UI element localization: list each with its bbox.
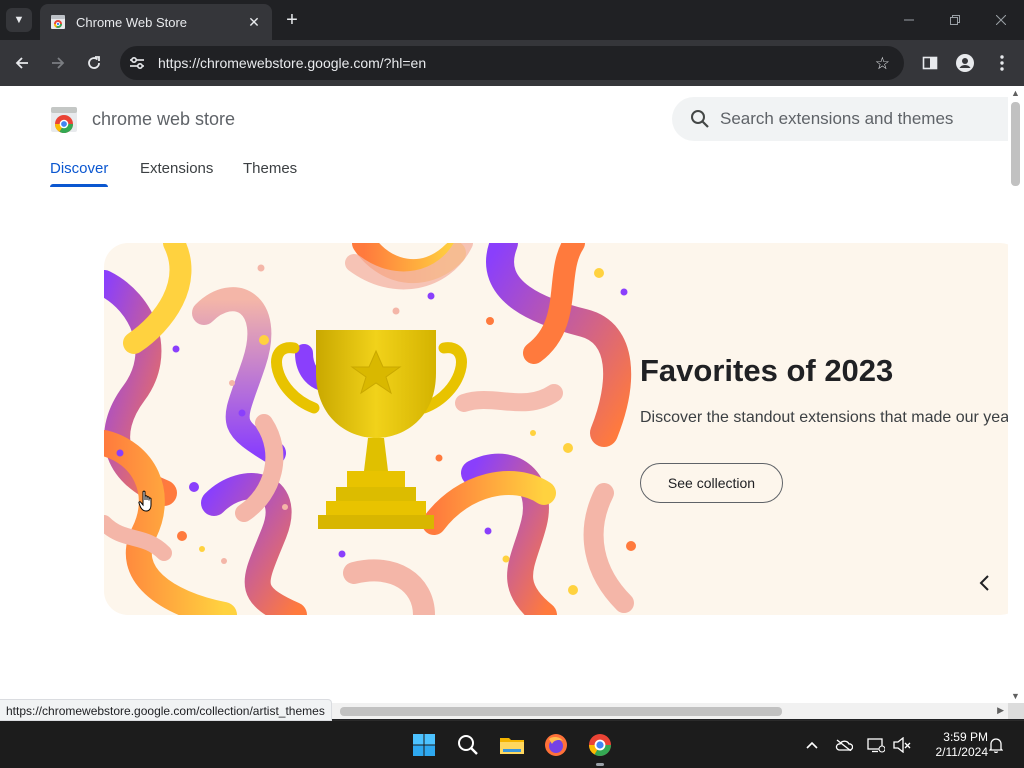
chrome-running-indicator bbox=[596, 763, 604, 766]
title-bar: ▼ Chrome Web Store ✕ + bbox=[0, 0, 1024, 40]
start-button[interactable] bbox=[408, 729, 440, 761]
arrow-left-icon bbox=[15, 57, 28, 69]
reload-button[interactable] bbox=[81, 50, 107, 76]
scroll-down-icon[interactable]: ▼ bbox=[1011, 691, 1020, 701]
onedrive-button[interactable] bbox=[834, 735, 854, 755]
address-bar[interactable]: https://chromewebstore.google.com/?hl=en… bbox=[120, 46, 904, 80]
close-tab-icon[interactable]: ✕ bbox=[244, 12, 264, 32]
system-clock[interactable]: 3:59 PM 2/11/2024 bbox=[918, 730, 989, 760]
minimize-icon bbox=[904, 19, 914, 21]
show-hidden-icons-button[interactable] bbox=[802, 735, 822, 755]
carousel-prev-button[interactable] bbox=[970, 569, 998, 597]
tab-chrome-web-store[interactable]: Chrome Web Store ✕ bbox=[40, 4, 272, 40]
side-panel-icon bbox=[922, 56, 938, 70]
clock-date: 2/11/2024 bbox=[935, 745, 989, 759]
bookmark-star-icon[interactable]: ☆ bbox=[875, 54, 890, 74]
restore-icon bbox=[950, 15, 960, 25]
file-explorer-icon bbox=[500, 738, 524, 754]
chevron-up-icon bbox=[806, 741, 818, 749]
celebration-illustration bbox=[104, 243, 636, 615]
chrome-icon bbox=[589, 734, 611, 756]
chrome-web-store-logo[interactable] bbox=[50, 105, 78, 133]
side-panel-button[interactable] bbox=[919, 52, 941, 74]
new-tab-button[interactable]: + bbox=[281, 9, 303, 31]
search-input[interactable] bbox=[720, 109, 1000, 129]
scrollbar-corner bbox=[1008, 703, 1024, 719]
tab-discover[interactable]: Discover bbox=[50, 160, 109, 187]
hero-description: Discover the standout extensions that ma… bbox=[640, 409, 1008, 426]
minimize-button[interactable] bbox=[886, 0, 932, 40]
web-page: chrome web store Discover Extensions The… bbox=[0, 86, 1008, 703]
hand-pointer-cursor-icon bbox=[138, 490, 152, 512]
horizontal-scroll-thumb[interactable] bbox=[340, 707, 782, 716]
network-icon bbox=[867, 738, 885, 753]
tab-discover-label: Discover bbox=[50, 160, 109, 177]
more-vert-icon bbox=[1000, 55, 1004, 71]
restore-button[interactable] bbox=[932, 0, 978, 40]
profile-button[interactable] bbox=[954, 52, 976, 74]
close-window-button[interactable] bbox=[978, 0, 1024, 40]
chrome-menu-button[interactable] bbox=[991, 52, 1013, 74]
site-info-icon[interactable] bbox=[128, 54, 146, 72]
profile-icon bbox=[956, 54, 974, 72]
scroll-up-icon[interactable]: ▲ bbox=[1011, 88, 1020, 98]
chevron-down-icon: ▼ bbox=[13, 14, 25, 26]
firefox-button[interactable] bbox=[540, 729, 572, 761]
tab-title: Chrome Web Store bbox=[76, 14, 188, 30]
forward-button[interactable] bbox=[45, 50, 71, 76]
volume-button[interactable] bbox=[892, 735, 912, 755]
reload-icon bbox=[88, 56, 100, 69]
tab-themes-label: Themes bbox=[243, 160, 298, 177]
file-explorer-button[interactable] bbox=[496, 729, 528, 761]
windows-taskbar: 3:59 PM 2/11/2024 bbox=[0, 720, 1024, 768]
see-collection-button[interactable]: See collection bbox=[640, 463, 783, 503]
search-icon bbox=[458, 735, 478, 755]
browser-toolbar: https://chromewebstore.google.com/?hl=en… bbox=[0, 40, 1024, 86]
chrome-web-store-favicon bbox=[51, 15, 65, 29]
hero-title: Favorites of 2023 bbox=[640, 353, 894, 388]
plus-icon: + bbox=[286, 8, 298, 31]
status-link-preview: https://chromewebstore.google.com/collec… bbox=[0, 699, 332, 721]
tab-search-button[interactable]: ▼ bbox=[6, 8, 32, 32]
arrow-right-icon bbox=[52, 57, 65, 69]
firefox-icon bbox=[545, 734, 567, 756]
vertical-scroll-thumb[interactable] bbox=[1011, 102, 1020, 186]
active-tab-indicator bbox=[50, 184, 109, 187]
close-icon bbox=[996, 15, 1006, 25]
notifications-button[interactable] bbox=[986, 735, 1006, 755]
onedrive-icon bbox=[835, 739, 853, 751]
search-icon bbox=[691, 110, 709, 128]
tab-extensions-label: Extensions bbox=[140, 160, 214, 177]
vertical-scrollbar[interactable]: ▲ ▼ bbox=[1008, 86, 1024, 703]
chevron-left-icon bbox=[979, 575, 989, 591]
search-bar[interactable] bbox=[672, 97, 1008, 141]
windows-start-icon bbox=[413, 734, 435, 756]
taskbar-search-button[interactable] bbox=[452, 729, 484, 761]
back-button[interactable] bbox=[9, 50, 35, 76]
url-text[interactable]: https://chromewebstore.google.com/?hl=en bbox=[158, 55, 426, 71]
tab-themes[interactable]: Themes bbox=[243, 160, 297, 177]
tab-extensions[interactable]: Extensions bbox=[140, 160, 213, 177]
network-button[interactable] bbox=[866, 735, 886, 755]
bell-icon bbox=[989, 738, 1003, 753]
hero-banner[interactable]: Favorites of 2023 Discover the standout … bbox=[104, 243, 1008, 615]
clock-time: 3:59 PM bbox=[943, 730, 988, 744]
chrome-button[interactable] bbox=[584, 729, 616, 761]
store-title[interactable]: chrome web store bbox=[92, 109, 235, 130]
volume-muted-icon bbox=[893, 737, 911, 753]
scroll-right-icon[interactable]: ▶ bbox=[997, 705, 1004, 716]
